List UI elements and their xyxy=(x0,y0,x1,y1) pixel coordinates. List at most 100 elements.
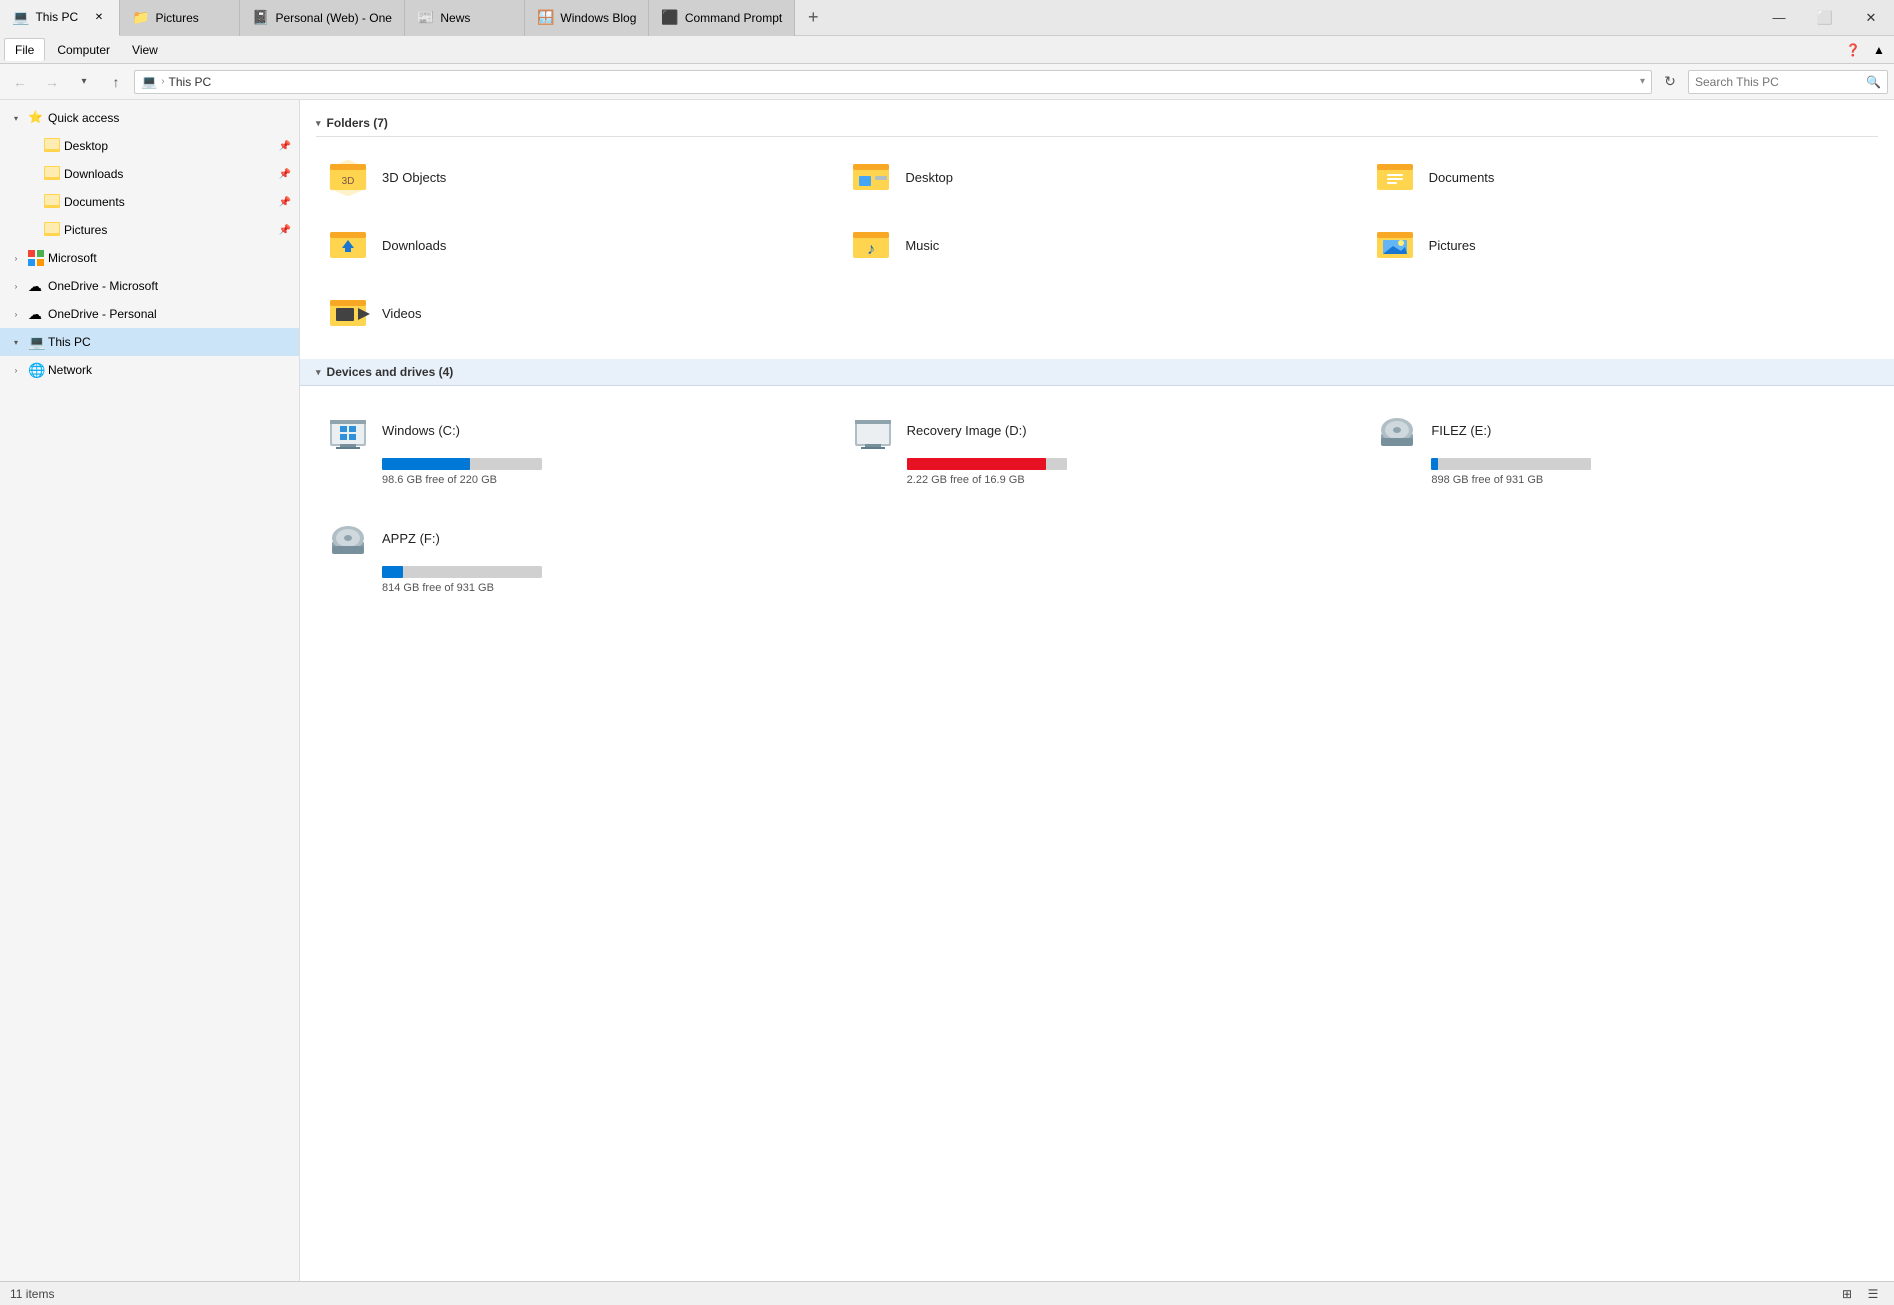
drive-d-name: Recovery Image (D:) xyxy=(907,423,1027,438)
sidebar-item-pictures[interactable]: Pictures 📌 xyxy=(0,216,299,244)
address-bar[interactable]: 💻 › This PC ▾ xyxy=(134,70,1652,94)
details-view-button[interactable]: ☰ xyxy=(1862,1283,1884,1305)
tab-windows-blog[interactable]: 🪟 Windows Blog xyxy=(525,0,649,36)
folder-name-3d-objects: 3D Objects xyxy=(382,170,446,185)
ribbon-tab-computer[interactable]: Computer xyxy=(47,39,120,61)
drive-d[interactable]: Recovery Image (D:) 2.22 GB free of 16.9… xyxy=(841,398,1354,494)
view-controls: ⊞ ☰ xyxy=(1836,1283,1884,1305)
sidebar-icon-this-pc: 💻 xyxy=(28,334,44,350)
tab-onenote[interactable]: 📓 Personal (Web) - One xyxy=(240,0,405,36)
tab-close-this-pc[interactable]: ✕ xyxy=(91,9,107,25)
expand-spacer-pictures xyxy=(24,222,40,238)
tab-label-pictures: Pictures xyxy=(155,11,198,25)
ribbon-toggle-button[interactable]: ▲ xyxy=(1868,39,1890,61)
sidebar-item-desktop[interactable]: Desktop 📌 xyxy=(0,132,299,160)
folder-name-pictures: Pictures xyxy=(1429,238,1476,253)
refresh-button[interactable]: ↻ xyxy=(1656,68,1684,96)
folder-documents[interactable]: Documents xyxy=(1363,147,1878,207)
drive-d-bar xyxy=(907,458,1046,470)
folder-videos[interactable]: Videos xyxy=(316,283,831,343)
drive-f-bar xyxy=(382,566,403,578)
up-button[interactable]: ↑ xyxy=(102,68,130,96)
drive-c-icon xyxy=(324,406,372,454)
drive-c-free: 98.6 GB free of 220 GB xyxy=(382,474,497,486)
folders-header-label: Folders (7) xyxy=(327,116,388,130)
drive-f[interactable]: APPZ (F:) 814 GB free of 931 GB xyxy=(316,506,829,602)
ribbon-tab-file[interactable]: File xyxy=(4,38,45,61)
drive-e[interactable]: FILEZ (E:) 898 GB free of 931 GB xyxy=(1365,398,1878,494)
sidebar-label-documents: Documents xyxy=(64,195,275,209)
minimize-button[interactable]: — xyxy=(1756,0,1802,36)
drive-c[interactable]: Windows (C:) 98.6 GB free of 220 GB xyxy=(316,398,829,494)
sidebar-label-desktop: Desktop xyxy=(64,139,275,153)
expand-icon-quick-access: ▾ xyxy=(8,110,24,126)
folder-3d-objects[interactable]: 3D 3D Objects xyxy=(316,147,831,207)
tab-label-onenote: Personal (Web) - One xyxy=(275,11,392,25)
folder-icon-downloads xyxy=(324,221,372,269)
expand-spacer-downloads xyxy=(24,166,40,182)
folder-pictures[interactable]: Pictures xyxy=(1363,215,1878,275)
sidebar-label-onedrive-personal: OneDrive - Personal xyxy=(48,307,291,321)
recent-locations-button[interactable]: ▾ xyxy=(70,68,98,96)
sidebar-item-quick-access[interactable]: ▾ ⭐ Quick access xyxy=(0,104,299,132)
tab-icon-news: 📰 xyxy=(417,9,434,26)
sidebar-label-this-pc: This PC xyxy=(48,335,291,349)
ribbon: File Computer View ❓ ▲ xyxy=(0,36,1894,64)
drive-f-free: 814 GB free of 931 GB xyxy=(382,582,494,594)
devices-collapse-icon[interactable]: ▾ xyxy=(316,367,321,378)
search-icon: 🔍 xyxy=(1866,75,1881,89)
tab-news[interactable]: 📰 News xyxy=(405,0,525,36)
sidebar-icon-pictures xyxy=(44,222,60,238)
drive-c-bar xyxy=(382,458,470,470)
pin-icon-documents: 📌 xyxy=(279,197,291,208)
close-button[interactable]: ✕ xyxy=(1848,0,1894,36)
folder-icon-videos xyxy=(324,289,372,337)
sidebar-label-pictures: Pictures xyxy=(64,223,275,237)
sidebar-item-onedrive-personal[interactable]: › ☁ OneDrive - Personal xyxy=(0,300,299,328)
sidebar-item-documents[interactable]: Documents 📌 xyxy=(0,188,299,216)
ribbon-tab-view[interactable]: View xyxy=(122,39,168,61)
search-box[interactable]: 🔍 xyxy=(1688,70,1888,94)
sidebar-item-microsoft[interactable]: › Microsoft xyxy=(0,244,299,272)
sidebar-icon-network: 🌐 xyxy=(28,362,44,378)
sidebar-item-network[interactable]: › 🌐 Network xyxy=(0,356,299,384)
sidebar-icon-quick-access: ⭐ xyxy=(28,110,44,126)
sidebar-icon-downloads xyxy=(44,166,60,182)
tab-label-windows-blog: Windows Blog xyxy=(560,11,636,25)
large-icons-view-button[interactable]: ⊞ xyxy=(1836,1283,1858,1305)
address-dropdown-icon[interactable]: ▾ xyxy=(1640,76,1645,87)
sidebar-label-network: Network xyxy=(48,363,291,377)
search-input[interactable] xyxy=(1695,75,1862,89)
folder-desktop[interactable]: Desktop xyxy=(839,147,1354,207)
drive-f-icon xyxy=(324,514,372,562)
devices-section-header: ▾ Devices and drives (4) xyxy=(300,359,1894,386)
back-button[interactable]: ← xyxy=(6,68,34,96)
folder-downloads[interactable]: Downloads xyxy=(316,215,831,275)
tab-cmd[interactable]: ⬛ Command Prompt xyxy=(649,0,795,36)
sidebar-item-this-pc[interactable]: ▾ 💻 This PC xyxy=(0,328,299,356)
tab-pictures[interactable]: 📁 Pictures xyxy=(120,0,240,36)
expand-icon-microsoft: › xyxy=(8,250,24,266)
folder-name-videos: Videos xyxy=(382,306,422,321)
window-controls: — ⬜ ✕ xyxy=(1756,0,1894,36)
sidebar-item-onedrive-microsoft[interactable]: › ☁ OneDrive - Microsoft xyxy=(0,272,299,300)
folders-collapse-icon[interactable]: ▾ xyxy=(316,118,321,129)
help-button[interactable]: ❓ xyxy=(1842,39,1864,61)
sidebar-icon-microsoft xyxy=(28,250,44,266)
drive-d-icon xyxy=(849,406,897,454)
new-tab-button[interactable]: + xyxy=(795,0,831,36)
drive-e-icon xyxy=(1373,406,1421,454)
folder-name-downloads: Downloads xyxy=(382,238,446,253)
drive-d-free: 2.22 GB free of 16.9 GB xyxy=(907,474,1025,486)
tab-this-pc[interactable]: 💻 This PC ✕ xyxy=(0,0,120,36)
folder-icon-desktop xyxy=(847,153,895,201)
forward-button[interactable]: → xyxy=(38,68,66,96)
maximize-button[interactable]: ⬜ xyxy=(1802,0,1848,36)
pin-icon-downloads: 📌 xyxy=(279,169,291,180)
main-layout: ▾ ⭐ Quick access Desktop 📌 Downloads 📌 xyxy=(0,100,1894,1281)
folder-music[interactable]: ♪ Music xyxy=(839,215,1354,275)
svg-text:3D: 3D xyxy=(342,176,355,187)
folder-name-music: Music xyxy=(905,238,939,253)
title-bar: 💻 This PC ✕ 📁 Pictures 📓 Personal (Web) … xyxy=(0,0,1894,36)
sidebar-item-downloads[interactable]: Downloads 📌 xyxy=(0,160,299,188)
